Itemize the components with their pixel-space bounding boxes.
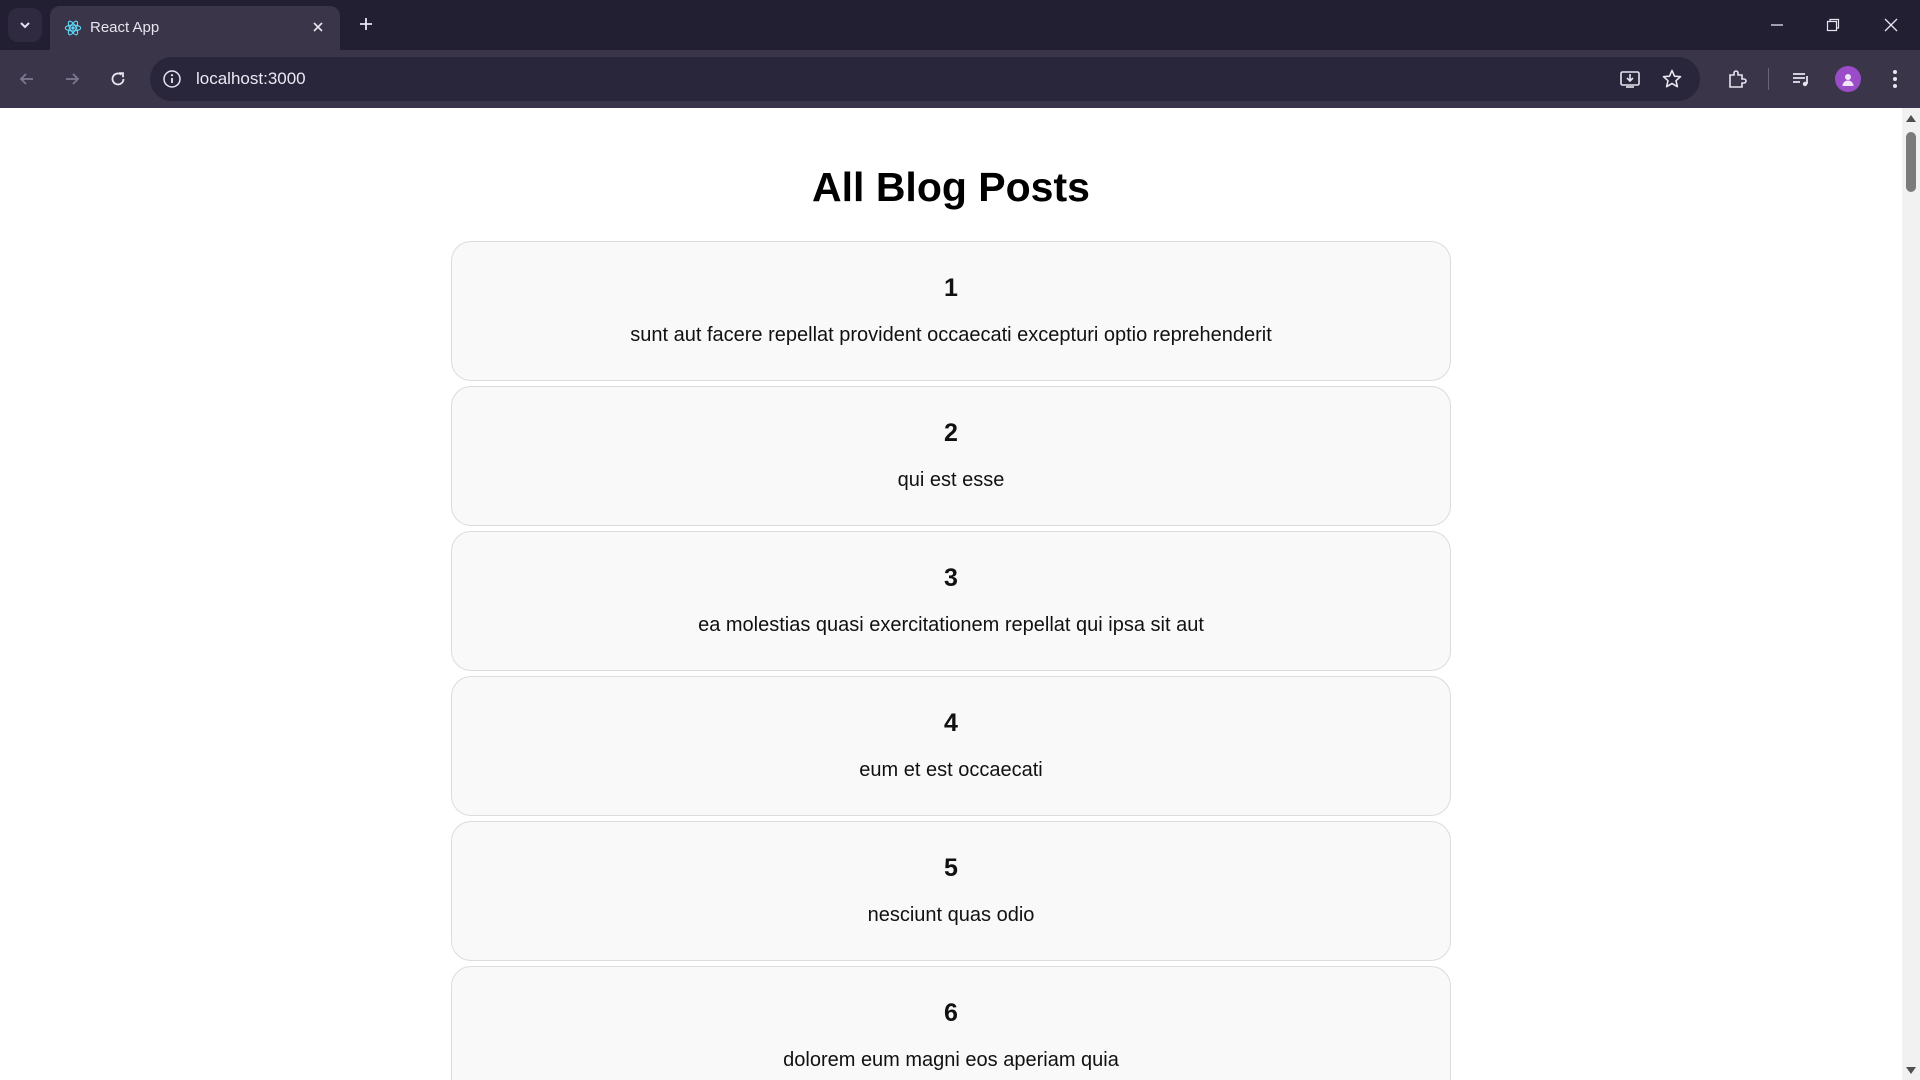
react-icon: [64, 19, 82, 42]
plus-icon: [360, 18, 372, 30]
puzzle-icon[interactable]: [1724, 66, 1750, 92]
restore-button[interactable]: [1818, 10, 1848, 40]
post-card[interactable]: 5 nesciunt quas odio: [451, 821, 1451, 961]
post-id: 2: [944, 419, 958, 447]
post-id: 3: [944, 564, 958, 592]
minimize-icon: [1771, 24, 1783, 26]
post-id: 6: [944, 999, 958, 1027]
reload-button[interactable]: [103, 64, 133, 94]
post-card[interactable]: 4 eum et est occaecati: [451, 676, 1451, 816]
browser-toolbar: localhost:3000: [0, 50, 1920, 108]
forward-button[interactable]: [57, 64, 87, 94]
chevron-down-icon: [20, 22, 30, 29]
close-window-button[interactable]: [1876, 10, 1906, 40]
close-icon: [1884, 18, 1898, 32]
page-viewport: All Blog Posts 1 sunt aut facere repella…: [0, 108, 1902, 1080]
post-id: 5: [944, 854, 958, 882]
post-title: eum et est occaecati: [859, 759, 1043, 781]
page-title: All Blog Posts: [812, 164, 1090, 210]
scrollbar-thumb[interactable]: [1906, 132, 1916, 192]
url-text: localhost:3000: [196, 69, 306, 88]
arrow-left-icon: [19, 73, 33, 85]
info-icon[interactable]: [162, 69, 182, 94]
media-controls-icon[interactable]: [1788, 66, 1814, 92]
post-title: ea molestias quasi exercitationem repell…: [698, 614, 1204, 636]
post-id: 1: [944, 274, 958, 302]
active-tab[interactable]: React App: [50, 6, 340, 50]
new-tab-button[interactable]: [354, 12, 378, 36]
post-title: sunt aut facere repellat provident occae…: [630, 324, 1272, 346]
post-card[interactable]: 2 qui est esse: [451, 386, 1451, 526]
avatar[interactable]: [1835, 66, 1861, 92]
install-icon[interactable]: [1618, 67, 1642, 91]
scroll-down-arrow[interactable]: [1906, 1067, 1916, 1074]
star-icon[interactable]: [1660, 67, 1684, 91]
post-title: qui est esse: [897, 469, 1005, 491]
post-id: 4: [944, 709, 958, 737]
minimize-button[interactable]: [1762, 10, 1792, 40]
post-card[interactable]: 6 dolorem eum magni eos aperiam quia: [451, 966, 1451, 1080]
post-card[interactable]: 1 sunt aut facere repellat provident occ…: [451, 241, 1451, 381]
post-title: dolorem eum magni eos aperiam quia: [783, 1049, 1119, 1071]
vertical-scrollbar[interactable]: [1902, 108, 1920, 1080]
arrow-right-icon: [66, 73, 80, 85]
back-button[interactable]: [12, 64, 42, 94]
post-list: 1 sunt aut facere repellat provident occ…: [451, 241, 1451, 1080]
kebab-menu-icon[interactable]: [1882, 66, 1908, 92]
reload-icon: [111, 72, 125, 86]
tab-search-button[interactable]: [8, 8, 42, 42]
scroll-up-arrow[interactable]: [1906, 115, 1916, 122]
post-title: nesciunt quas odio: [867, 904, 1035, 926]
post-card[interactable]: 3 ea molestias quasi exercitationem repe…: [451, 531, 1451, 671]
tab-strip: React App: [0, 0, 1920, 50]
address-bar[interactable]: localhost:3000: [150, 57, 1700, 101]
toolbar-separator: [1768, 68, 1769, 90]
tab-title: React App: [90, 19, 160, 36]
restore-icon: [1826, 18, 1840, 32]
close-icon[interactable]: [308, 17, 328, 37]
